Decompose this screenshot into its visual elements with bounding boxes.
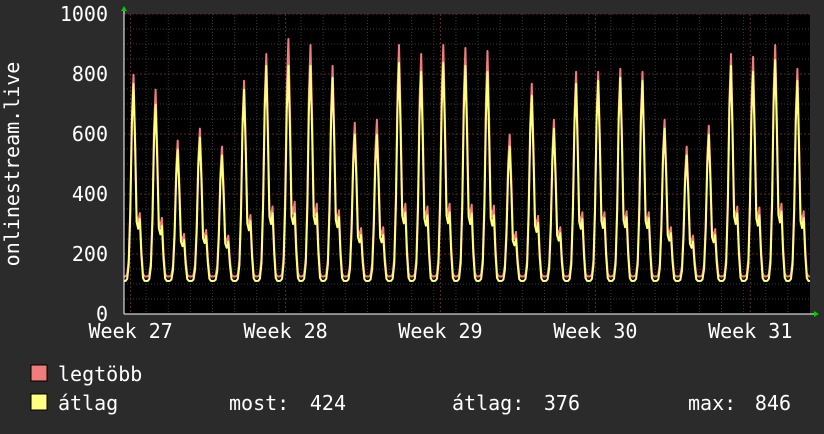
x-tick-label: Week 27: [88, 319, 172, 343]
legend-swatch-legtobb: [30, 364, 48, 382]
stat-max-value: 846: [755, 391, 791, 415]
x-tick-label: Week 28: [243, 319, 327, 343]
stat-max-label: max:: [688, 391, 736, 415]
y-tick-label: 600: [72, 122, 108, 146]
chart-root: 0 200 400 600 800 1000 Week 27 Week 28 Week 29 We…: [0, 0, 824, 430]
y-axis-label: onlinestream.live: [0, 62, 24, 267]
stat-atlag-label: átlag:: [452, 391, 524, 415]
y-tick-label: 800: [72, 62, 108, 86]
x-tick-label: Week 31: [708, 319, 792, 343]
stat-atlag-value: 376: [544, 391, 580, 415]
y-tick-label: 1000: [60, 2, 108, 26]
legend-label-atlag: átlag: [58, 391, 118, 415]
stat-most-label: most:: [229, 391, 289, 415]
line-chart: 02004006008001000Week 27 Week 28 Week 29 We…: [0, 0, 824, 430]
legend-label-legtobb: legtöbb: [58, 362, 142, 386]
y-tick-label: 200: [72, 242, 108, 266]
y-tick-label: 400: [72, 182, 108, 206]
x-tick-label: Week 30: [553, 319, 637, 343]
x-tick-label: Week 29: [398, 319, 482, 343]
stat-most-value: 424: [310, 391, 346, 415]
legend-swatch-atlag: [30, 393, 48, 411]
